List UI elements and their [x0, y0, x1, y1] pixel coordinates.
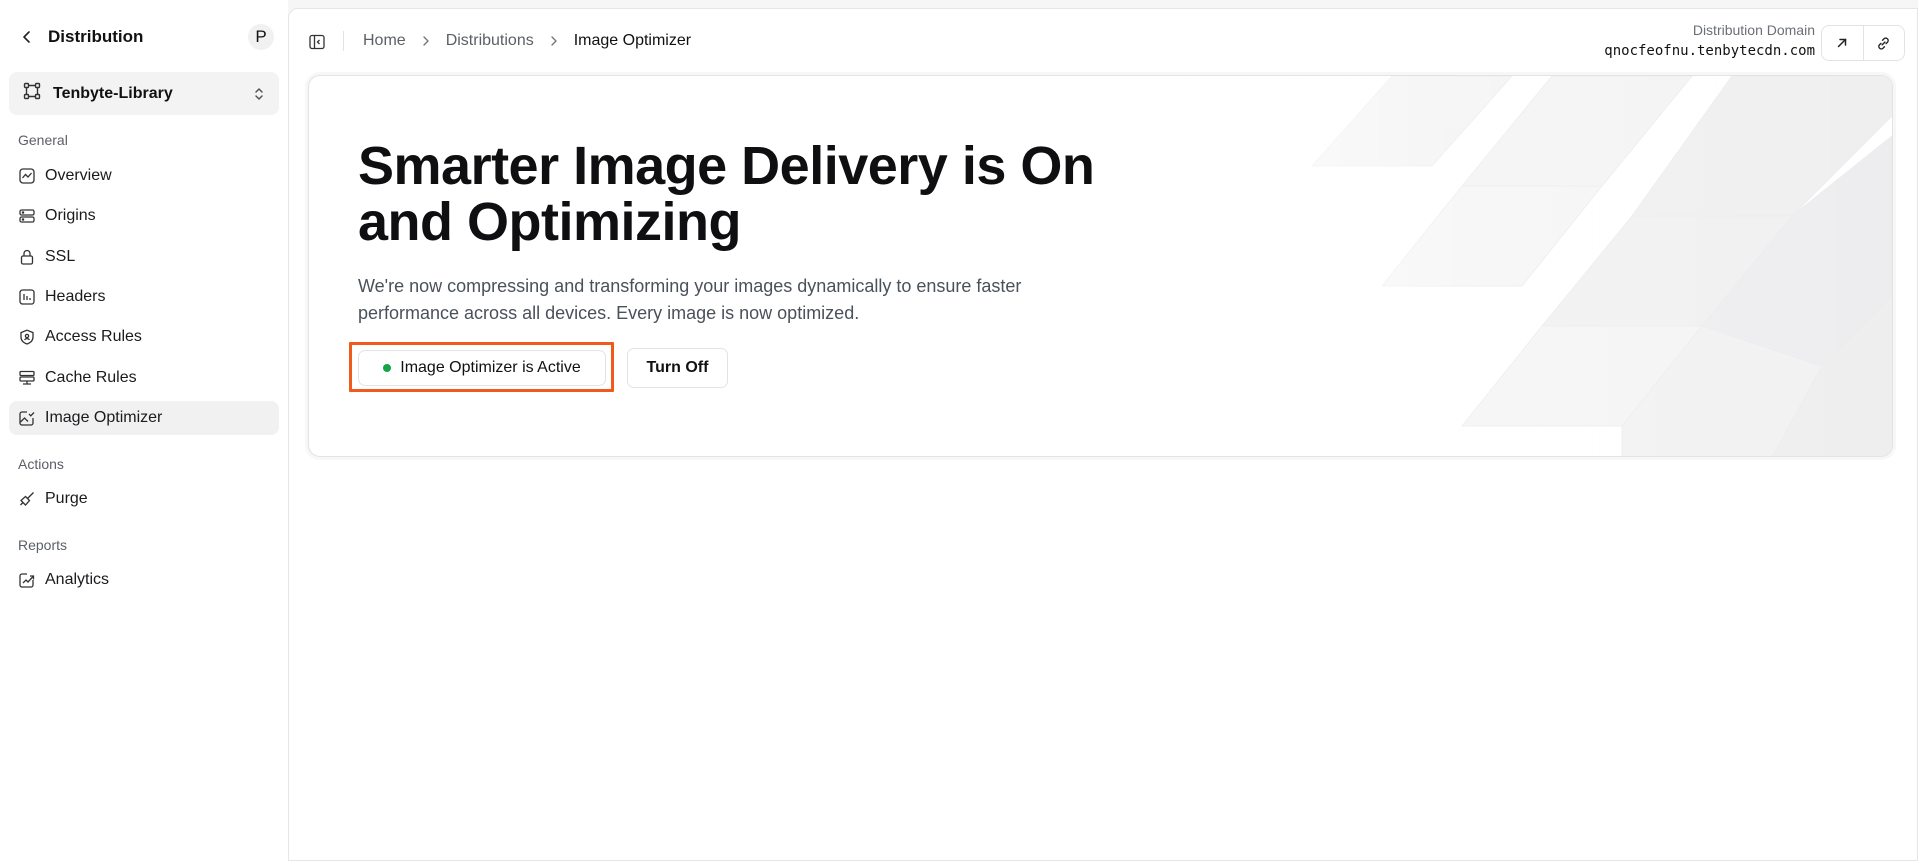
shield-icon	[18, 328, 36, 346]
image-optimizer-status-button[interactable]: Image Optimizer is Active	[358, 350, 606, 386]
section-label-actions: Actions	[18, 456, 64, 472]
breadcrumb-home[interactable]: Home	[363, 32, 406, 50]
sidebar-title: Distribution	[48, 27, 144, 46]
hero-card: Smarter Image Delivery is On and Optimiz…	[308, 75, 1893, 457]
section-label-general: General	[18, 132, 68, 148]
lock-icon	[18, 248, 36, 266]
sidebar-item-label: Purge	[45, 490, 88, 507]
brush-icon	[18, 490, 36, 508]
divider	[343, 31, 344, 51]
sidebar-item-ssl[interactable]: SSL	[9, 240, 279, 274]
sidebar-item-cache-rules[interactable]: Cache Rules	[9, 361, 279, 395]
domain-value: qnocfeofnu.tenbytecdn.com	[1604, 43, 1815, 59]
hero-description: We're now compressing and transforming y…	[358, 276, 1022, 323]
arrow-up-right-icon	[1838, 38, 1847, 48]
distribution-domain: Distribution Domain qnocfeofnu.tenbytecd…	[1604, 22, 1815, 59]
sidebar-item-label: Analytics	[45, 571, 110, 588]
sidebar-item-image-optimizer[interactable]: Image Optimizer	[9, 401, 279, 435]
sidebar-item-label: Origins	[45, 207, 96, 224]
headers-icon	[18, 288, 36, 306]
sidebar-item-label: Image Optimizer	[45, 409, 163, 426]
image-check-icon	[18, 409, 36, 427]
chevron-right-icon	[546, 33, 562, 49]
sidebar-item-analytics[interactable]: Analytics	[9, 563, 279, 597]
turn-off-button[interactable]: Turn Off	[627, 348, 728, 388]
project-selector[interactable]: Tenbyte-Library	[9, 72, 279, 115]
project-name: Tenbyte-Library	[53, 84, 173, 102]
sidebar-item-headers[interactable]: Headers	[9, 280, 279, 314]
sidebar-header: Distribution P	[18, 22, 274, 52]
analytics-chart-icon	[18, 571, 36, 589]
domain-label: Distribution Domain	[1692, 22, 1815, 38]
section-label-reports: Reports	[18, 537, 68, 553]
main-panel: Home Distributions Image Optimizer Distr…	[288, 8, 1918, 861]
sidebar: Distribution P Tenbyte-Library General O…	[0, 0, 288, 861]
database-stack-icon	[18, 369, 36, 387]
sidebar-item-label: Overview	[45, 167, 112, 184]
open-external-button[interactable]	[1822, 26, 1863, 60]
sidebar-toggle-icon[interactable]	[307, 32, 327, 52]
hero-title: Smarter Image Delivery is On and Optimiz…	[358, 136, 1095, 252]
link-icon	[1878, 36, 1890, 50]
sidebar-item-overview[interactable]: Overview	[9, 159, 279, 193]
project-nodes-icon	[23, 82, 41, 105]
chevron-up-down-icon	[253, 86, 265, 102]
sidebar-item-label: SSL	[45, 248, 76, 265]
sidebar-item-label: Access Rules	[45, 328, 142, 345]
breadcrumb-distributions[interactable]: Distributions	[446, 32, 534, 50]
top-bar: Home Distributions Image Optimizer Distr…	[289, 9, 1917, 73]
sidebar-item-label: Cache Rules	[45, 369, 137, 386]
server-icon	[18, 207, 36, 225]
domain-actions	[1821, 25, 1905, 61]
decorative-pattern	[1132, 76, 1892, 456]
status-label: Image Optimizer is Active	[400, 359, 581, 376]
breadcrumb: Home Distributions Image Optimizer	[363, 29, 691, 53]
sidebar-item-access-rules[interactable]: Access Rules	[9, 320, 279, 354]
sidebar-item-purge[interactable]: Purge	[9, 482, 279, 516]
sidebar-item-label: Headers	[45, 288, 106, 305]
avatar[interactable]: P	[248, 24, 274, 50]
chevron-right-icon	[418, 33, 434, 49]
activity-chart-icon	[18, 167, 36, 185]
breadcrumb-current: Image Optimizer	[573, 32, 692, 49]
app-window: Distribution P Tenbyte-Library General O…	[0, 0, 1918, 861]
copy-link-button[interactable]	[1862, 26, 1905, 60]
back-arrow-icon[interactable]	[18, 28, 36, 46]
sidebar-item-origins[interactable]: Origins	[9, 199, 279, 233]
status-dot-icon	[383, 364, 392, 372]
